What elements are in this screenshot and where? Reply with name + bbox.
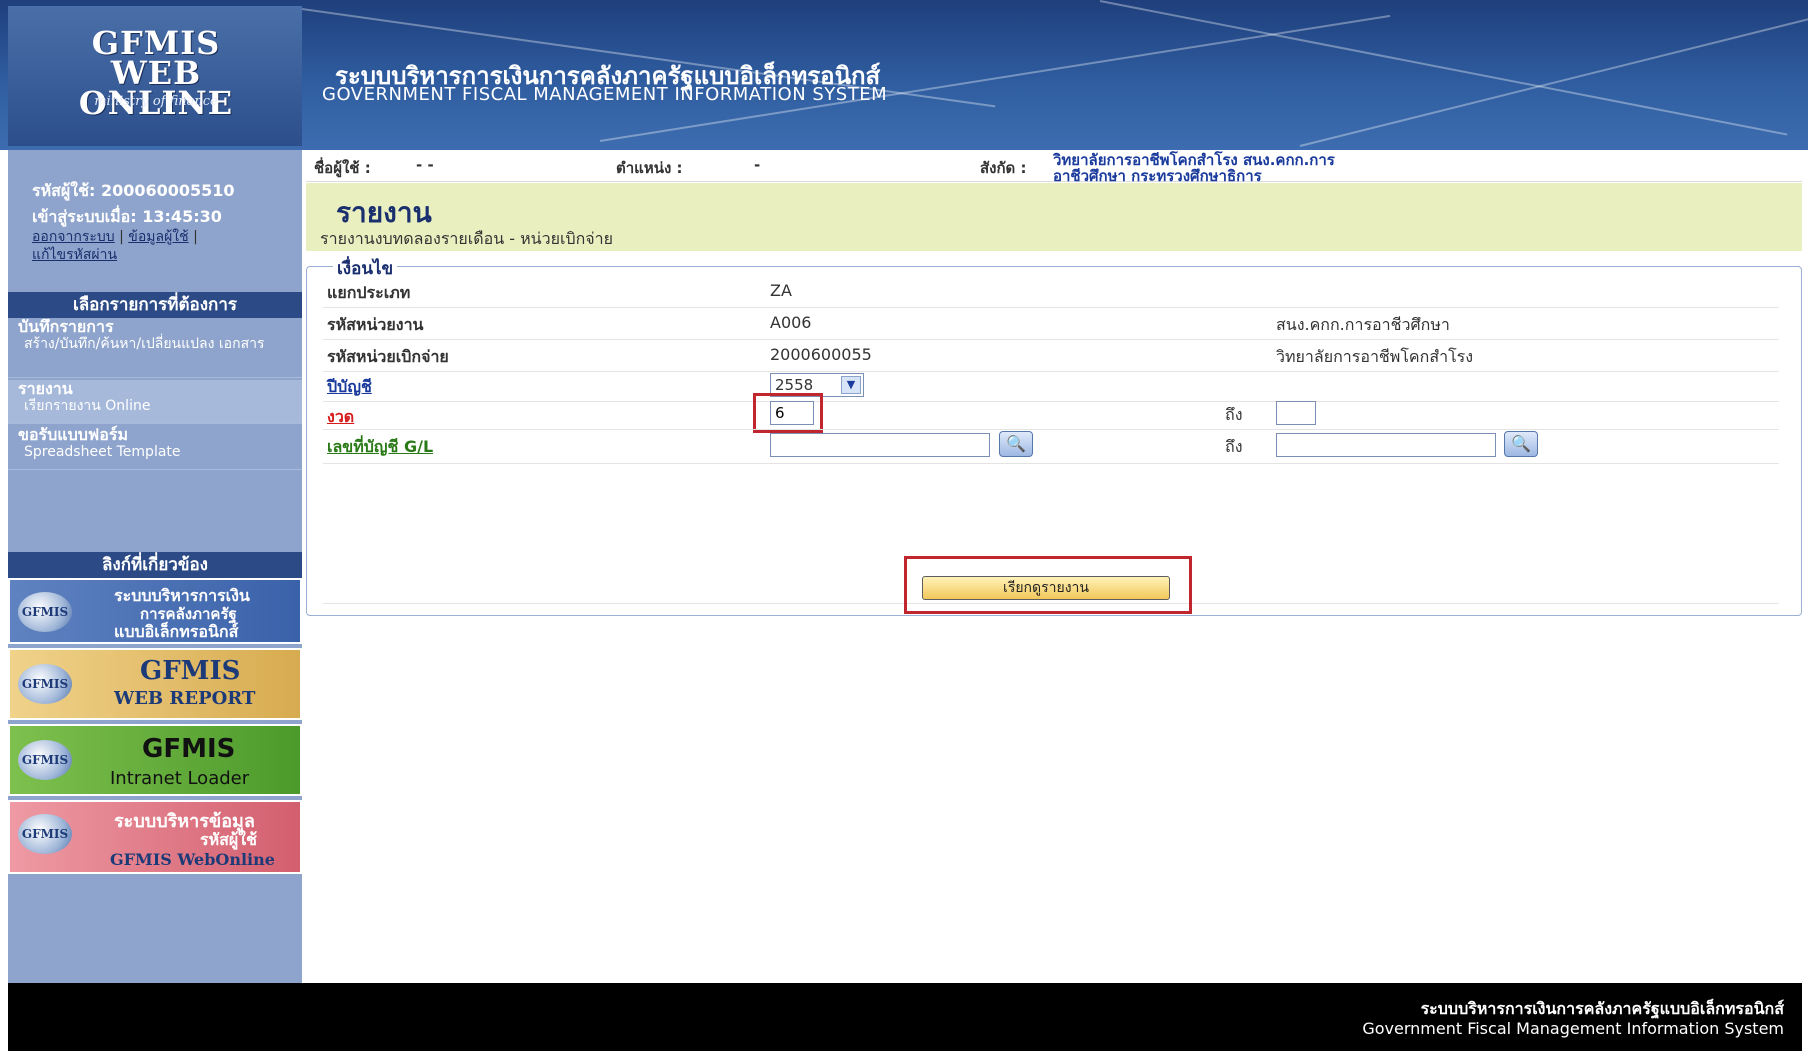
banner-line3: แบบอิเล็กทรอนิกส์ <box>114 622 239 641</box>
banner-web-report[interactable]: GFMIS GFMIS WEB REPORT <box>8 648 302 720</box>
user-name-value: - - <box>416 156 434 174</box>
login-time-label: เข้าสู่ระบบเมื่อ: <box>32 207 137 226</box>
sidebar-item-label: รายงาน <box>18 379 73 398</box>
gl-to-label: ถึง <box>1225 437 1243 456</box>
position-label: ตำแหน่ง : <box>616 159 683 177</box>
disbursement-unit-name: วิทยาลัยการอาชีพโคกสำโรง <box>1276 347 1474 366</box>
org-label: สังกัด : <box>980 159 1027 177</box>
page-subtitle: รายงานงบทดลองรายเดือน - หน่วยเบิกจ่าย <box>320 229 614 248</box>
sidebar-item-report[interactable]: รายงาน เรียกรายงาน Online <box>8 380 302 424</box>
banner-line2: Intranet Loader <box>110 768 250 789</box>
user-id-label: รหัสผู้ใช้: <box>32 181 96 200</box>
sidebar-item-sub: เรียกรายงาน Online <box>24 398 151 414</box>
conditions-legend: เงื่อนไข <box>333 255 398 282</box>
sidebar: รหัสผู้ใช้: 200060005510 เข้าสู่ระบบเมื่… <box>8 150 302 983</box>
gfms-logo[interactable]: GFMIS WEB ONLINE ministry of finance <box>8 6 302 146</box>
banner-line1: GFMIS <box>142 734 236 764</box>
row-divider <box>323 307 1779 308</box>
disbursement-unit-value: 2000600055 <box>770 345 872 364</box>
sidebar-item-label: บันทึกรายการ <box>18 317 114 336</box>
row-divider <box>323 401 1779 402</box>
period-label[interactable]: งวด <box>327 405 354 430</box>
banner-intranet-loader[interactable]: GFMIS GFMIS Intranet Loader <box>8 724 302 796</box>
fiscal-year-value: 2558 <box>775 376 814 394</box>
user-links: ออกจากระบบ | ข้อมูลผู้ใช้ | แก้ไขรหัสผ่า… <box>32 228 292 264</box>
sidebar-item-label: ขอรับแบบฟอร์ม <box>18 425 128 444</box>
app-footer: ระบบบริหารการเงินการคลังภาครัฐแบบอิเล็กท… <box>8 983 1802 1051</box>
search-icon[interactable]: 🔍 <box>999 431 1033 457</box>
logout-link[interactable]: ออกจากระบบ <box>32 229 115 245</box>
agency-value: A006 <box>770 313 812 332</box>
app-header: GFMIS WEB ONLINE ministry of finance ระบ… <box>0 0 1808 150</box>
sidebar-item-sub: Spreadsheet Template <box>24 444 181 460</box>
change-password-link[interactable]: แก้ไขรหัสผ่าน <box>32 247 117 263</box>
title-band: รายงาน รายงานงบทดลองรายเดือน - หน่วยเบิก… <box>306 183 1802 251</box>
row-divider <box>323 463 1779 464</box>
period-to-label: ถึง <box>1225 405 1243 424</box>
view-report-button[interactable]: เรียกดูรายงาน <box>922 576 1170 600</box>
banner-line2: WEB REPORT <box>114 688 256 709</box>
gfmis-logo-icon: GFMIS <box>18 740 72 780</box>
gfmis-logo-icon: GFMIS <box>18 814 72 854</box>
link-separator: | <box>119 229 124 245</box>
user-info-link[interactable]: ข้อมูลผู้ใช้ <box>128 229 188 245</box>
fiscal-year-label[interactable]: ปีบัญชี <box>327 375 372 400</box>
header-decoration <box>1099 0 1788 136</box>
agency-name: สนง.คกก.การอาชีวศึกษา <box>1276 315 1450 334</box>
gl-account-label[interactable]: เลขที่บัญชี G/L <box>327 435 433 460</box>
logo-sub: ministry of finance <box>94 94 218 109</box>
sidebar-item-form[interactable]: ขอรับแบบฟอร์ม Spreadsheet Template <box>8 426 302 470</box>
sidebar-item-sub: สร้าง/บันทึก/ค้นหา/เปลี่ยนแปลง เอกสาร <box>24 336 265 352</box>
period-to-input[interactable] <box>1276 401 1316 425</box>
system-title-en: GOVERNMENT FISCAL MANAGEMENT INFORMATION… <box>322 84 888 105</box>
related-links-header: ลิงก์ที่เกี่ยวข้อง <box>8 552 302 578</box>
user-info: รหัสผู้ใช้: 200060005510 เข้าสู่ระบบเมื่… <box>32 178 235 230</box>
gl-to-input[interactable] <box>1276 433 1496 457</box>
link-separator: | <box>193 229 198 245</box>
row-divider <box>323 429 1779 430</box>
banner-line1: GFMIS <box>140 656 241 686</box>
footer-title-en: Government Fiscal Management Information… <box>1362 1019 1784 1038</box>
gfmis-logo-icon: GFMIS <box>18 592 72 632</box>
agency-label: รหัสหน่วยงาน <box>327 315 424 334</box>
gfmis-logo-icon: GFMIS <box>18 664 72 704</box>
banner-line3: GFMIS WebOnline <box>110 850 275 869</box>
banner-user-admin[interactable]: GFMIS ระบบบริหารข้อมูล รหัสผู้ใช้ GFMIS … <box>8 800 302 874</box>
row-divider <box>323 371 1779 372</box>
gl-from-input[interactable] <box>770 433 990 457</box>
search-icon[interactable]: 🔍 <box>1504 431 1538 457</box>
menu-header: เลือกรายการที่ต้องการ <box>8 292 302 318</box>
user-name-label: ชื่อผู้ใช้ : <box>314 159 371 177</box>
login-time-value: 13:45:30 <box>142 207 222 226</box>
category-label: แยกประเภท <box>327 283 411 302</box>
logo-line2: WEB ONLINE <box>78 54 234 122</box>
highlight-box <box>753 393 823 433</box>
user-id-value: 200060005510 <box>100 181 235 200</box>
sidebar-item-record[interactable]: บันทึกรายการ สร้าง/บันทึก/ค้นหา/เปลี่ยนแ… <box>8 318 302 378</box>
row-divider <box>323 339 1779 340</box>
position-value: - <box>754 156 761 174</box>
disbursement-unit-label: รหัสหน่วยเบิกจ่าย <box>327 347 449 366</box>
category-value: ZA <box>770 281 792 300</box>
banner-gfmis-system[interactable]: GFMIS ระบบบริหารการเงิน การคลังภาครัฐ แบ… <box>8 578 302 644</box>
footer-left-panel <box>8 983 302 1051</box>
info-bar: ชื่อผู้ใช้ : - - ตำแหน่ง : - สังกัด : วิ… <box>306 150 1802 185</box>
chevron-down-icon: ▼ <box>841 376 861 394</box>
